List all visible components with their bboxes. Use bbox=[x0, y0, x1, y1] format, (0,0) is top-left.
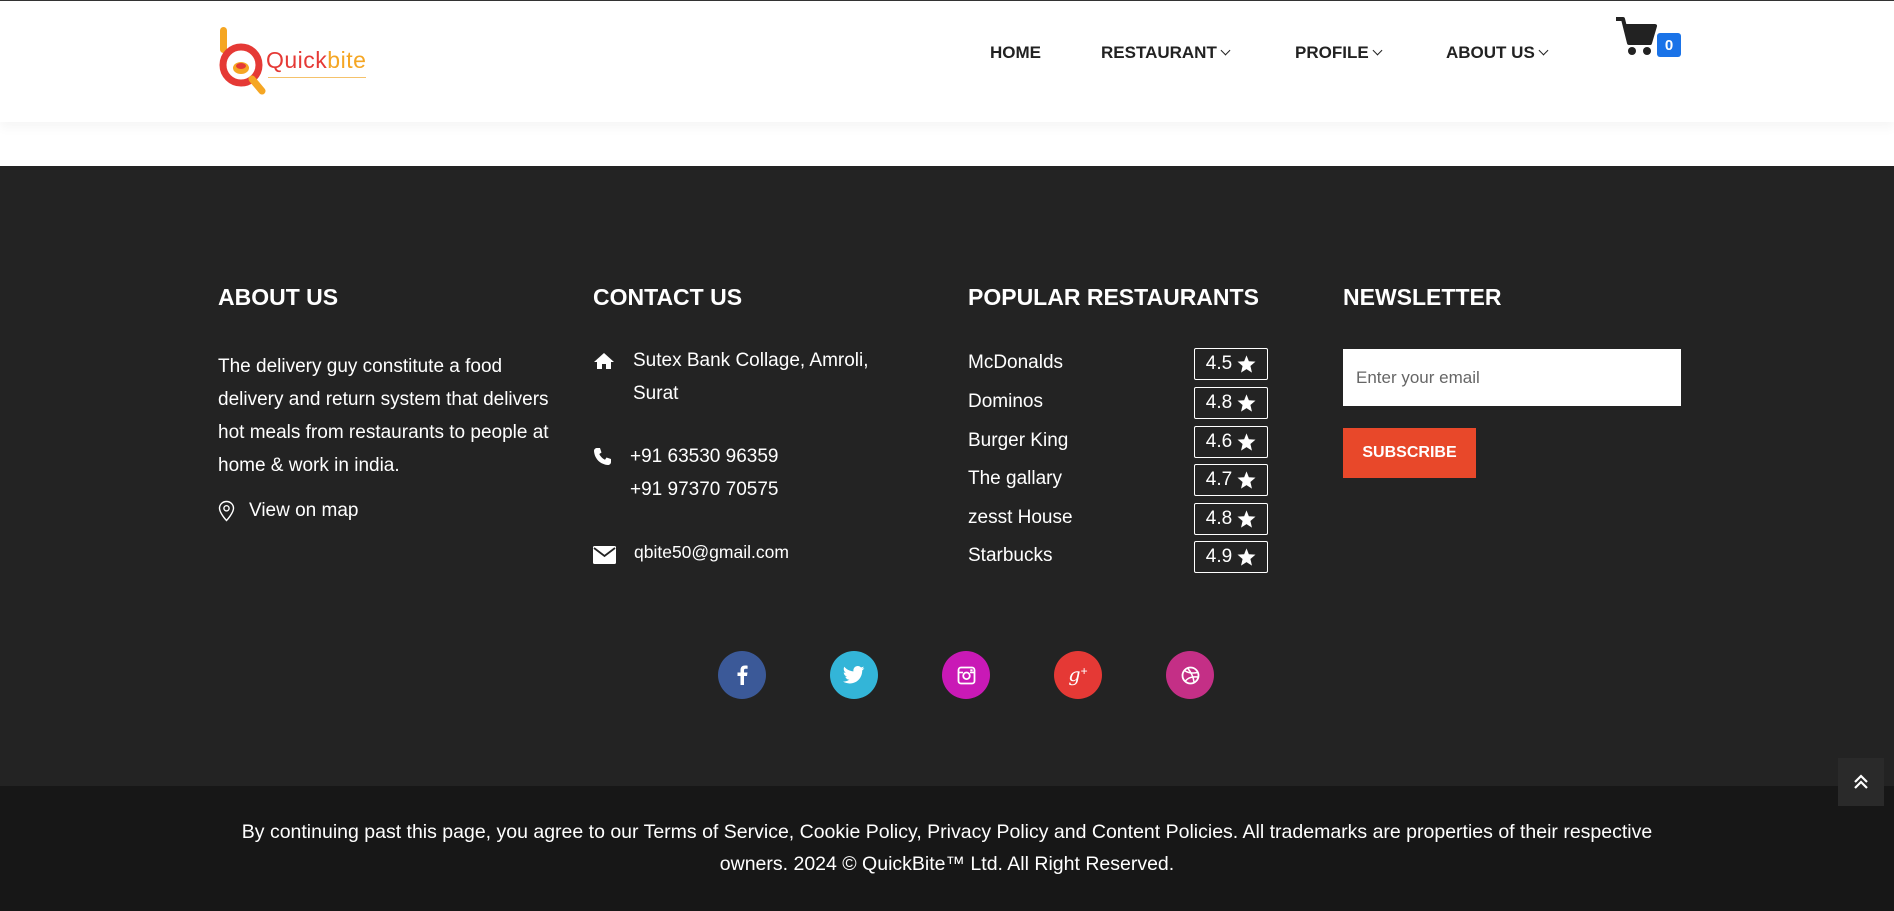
star-icon bbox=[1237, 355, 1256, 373]
scroll-to-top-button[interactable] bbox=[1838, 758, 1884, 806]
subscribe-button[interactable]: SUBSCRIBE bbox=[1343, 428, 1476, 478]
phone-2[interactable]: +91 97370 70575 bbox=[630, 473, 778, 506]
instagram-icon[interactable] bbox=[942, 651, 990, 699]
twitter-icon[interactable] bbox=[830, 651, 878, 699]
newsletter-email-input[interactable] bbox=[1343, 349, 1681, 406]
cart-count-badge[interactable]: 0 bbox=[1657, 33, 1681, 57]
view-on-map-link[interactable]: View on map bbox=[218, 500, 359, 522]
facebook-icon[interactable] bbox=[718, 651, 766, 699]
site-header: Quickbite HOME RESTAURANT PROFILE ABOUT … bbox=[0, 0, 1894, 122]
restaurant-name[interactable]: McDonalds bbox=[968, 352, 1063, 374]
popular-restaurants-title: POPULAR RESTAURANTS bbox=[968, 284, 1259, 310]
restaurant-name[interactable]: Starbucks bbox=[968, 545, 1052, 567]
star-icon bbox=[1237, 510, 1256, 528]
restaurant-name[interactable]: zesst House bbox=[968, 507, 1073, 529]
copyright-text: By continuing past this page, you agree … bbox=[241, 821, 1653, 875]
double-chevron-up-icon bbox=[1854, 774, 1868, 789]
phone-icon bbox=[594, 448, 611, 465]
restaurant-item[interactable]: Dominos 4.8 bbox=[968, 387, 1268, 419]
restaurant-item[interactable]: Burger King 4.6 bbox=[968, 426, 1268, 458]
star-icon bbox=[1237, 394, 1256, 412]
email-link[interactable]: qbite50@gmail.com bbox=[634, 536, 789, 569]
envelope-icon bbox=[593, 546, 616, 564]
chevron-down-icon bbox=[1538, 45, 1549, 56]
home-icon bbox=[594, 353, 614, 369]
restaurant-item[interactable]: McDonalds 4.5 bbox=[968, 348, 1268, 380]
chevron-down-icon bbox=[1220, 45, 1231, 56]
contact-title: CONTACT US bbox=[593, 284, 743, 310]
newsletter-title: NEWSLETTER bbox=[1343, 284, 1502, 310]
nav-profile[interactable]: PROFILE bbox=[1295, 43, 1383, 63]
site-footer: ABOUT US The delivery guy constitute a f… bbox=[0, 166, 1894, 786]
map-pin-icon bbox=[218, 500, 235, 522]
restaurant-name[interactable]: The gallary bbox=[968, 468, 1062, 490]
about-title: ABOUT US bbox=[218, 284, 339, 310]
rating-badge: 4.7 bbox=[1194, 464, 1268, 496]
rating-badge: 4.6 bbox=[1194, 426, 1268, 458]
nav-home[interactable]: HOME bbox=[990, 43, 1041, 63]
nav-restaurant[interactable]: RESTAURANT bbox=[1101, 43, 1231, 63]
restaurant-item[interactable]: The gallary 4.7 bbox=[968, 464, 1268, 496]
restaurant-name[interactable]: Dominos bbox=[968, 391, 1043, 413]
rating-badge: 4.9 bbox=[1194, 541, 1268, 573]
cart-icon[interactable] bbox=[1614, 15, 1658, 57]
star-icon bbox=[1237, 548, 1256, 566]
logo-text: Quickbite bbox=[266, 47, 367, 73]
restaurant-item[interactable]: zesst House 4.8 bbox=[968, 503, 1268, 535]
restaurant-name[interactable]: Burger King bbox=[968, 430, 1068, 452]
chevron-down-icon bbox=[1372, 45, 1383, 56]
logo-underline bbox=[268, 77, 366, 78]
rating-badge: 4.5 bbox=[1194, 348, 1268, 380]
rating-badge: 4.8 bbox=[1194, 387, 1268, 419]
star-icon bbox=[1237, 433, 1256, 451]
rating-badge: 4.8 bbox=[1194, 503, 1268, 535]
copyright-bar: By continuing past this page, you agree … bbox=[0, 786, 1894, 911]
google-plus-icon[interactable]: g + bbox=[1054, 651, 1102, 699]
phone-1[interactable]: +91 63530 96359 bbox=[630, 440, 778, 473]
nav-about-us[interactable]: ABOUT US bbox=[1446, 43, 1549, 63]
about-text: The delivery guy constitute a food deliv… bbox=[218, 356, 549, 476]
star-icon bbox=[1237, 471, 1256, 489]
dribbble-icon[interactable] bbox=[1166, 651, 1214, 699]
restaurant-item[interactable]: Starbucks 4.9 bbox=[968, 541, 1268, 573]
